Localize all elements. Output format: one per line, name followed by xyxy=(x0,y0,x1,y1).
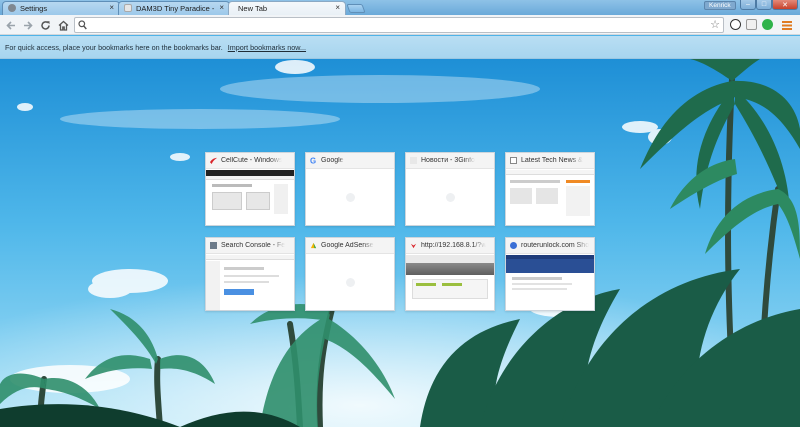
bookmarks-bar: For quick access, place your bookmarks h… xyxy=(0,36,800,59)
back-arrow-icon xyxy=(5,20,15,30)
tab-title: DAM3D Tiny Paradice - C xyxy=(136,3,216,13)
most-visited-tile[interactable]: Search Console - Fe xyxy=(205,237,295,311)
close-tab-icon[interactable]: × xyxy=(335,4,340,12)
routerunlock-icon xyxy=(510,242,517,249)
tile-thumbnail xyxy=(506,255,594,310)
profile-button[interactable]: Kenrick xyxy=(704,1,736,10)
tile-thumbnail xyxy=(406,255,494,310)
tile-thumbnail xyxy=(206,170,294,225)
tab-dam3d[interactable]: DAM3D Tiny Paradice - C × xyxy=(118,1,230,15)
extension-camera-icon[interactable] xyxy=(746,19,757,30)
most-visited-tile[interactable]: G Google xyxy=(305,152,395,226)
page-icon xyxy=(510,157,517,164)
page-icon xyxy=(124,4,132,12)
address-bar[interactable]: ☆ xyxy=(74,17,724,33)
import-bookmarks-link[interactable]: Import bookmarks now... xyxy=(228,43,306,52)
new-tab-button[interactable] xyxy=(346,4,366,13)
bookmarks-hint: For quick access, place your bookmarks h… xyxy=(5,42,223,52)
reload-button[interactable] xyxy=(38,18,52,32)
tile-thumbnail xyxy=(206,255,294,310)
most-visited-tile[interactable]: http://192.168.8.1/?w xyxy=(405,237,495,311)
close-tab-icon[interactable]: × xyxy=(109,4,114,12)
tab-title: New Tab xyxy=(238,3,268,13)
tile-thumbnail xyxy=(406,170,494,225)
gear-icon xyxy=(8,4,16,12)
home-button[interactable] xyxy=(56,18,70,32)
search-console-icon xyxy=(210,242,217,249)
back-button[interactable] xyxy=(4,18,18,32)
adsense-icon xyxy=(310,242,317,249)
most-visited-tile[interactable]: Latest Tech News & xyxy=(505,152,595,226)
most-visited-tile[interactable]: Новости - 3Ginfo xyxy=(405,152,495,226)
menu-icon xyxy=(782,20,792,30)
browser-toolbar: ☆ xyxy=(0,15,800,35)
address-input[interactable] xyxy=(89,19,699,31)
tab-settings[interactable]: Settings × xyxy=(2,1,120,15)
search-icon xyxy=(78,20,87,30)
extension-green-icon[interactable] xyxy=(762,19,773,30)
close-tab-icon[interactable]: × xyxy=(219,4,224,12)
close-window-button[interactable]: ✕ xyxy=(772,0,798,10)
most-visited-tile[interactable]: Google AdSense xyxy=(305,237,395,311)
tab-new-tab[interactable]: New Tab × xyxy=(228,1,346,15)
favicon-icon xyxy=(210,157,217,164)
tab-title: Settings xyxy=(20,3,48,13)
tile-thumbnail xyxy=(506,170,594,225)
google-icon: G xyxy=(310,157,316,164)
palm-beach-wallpaper xyxy=(0,59,800,427)
tile-thumbnail xyxy=(306,255,394,310)
tab-strip: Settings × DAM3D Tiny Paradice - C × New… xyxy=(0,0,800,15)
menu-button[interactable] xyxy=(781,19,793,31)
star-icon[interactable]: ☆ xyxy=(710,18,720,32)
svg-text:G: G xyxy=(310,157,316,164)
home-icon xyxy=(58,20,68,31)
most-visited-tile[interactable]: routerunlock.com Sho xyxy=(505,237,595,311)
minimize-button[interactable]: – xyxy=(740,0,756,10)
huawei-icon xyxy=(410,243,417,249)
extension-o-icon[interactable] xyxy=(730,19,741,30)
maximize-button[interactable]: □ xyxy=(756,0,772,10)
reload-icon xyxy=(40,20,50,30)
most-visited-tile[interactable]: CellCute - Windows xyxy=(205,152,295,226)
tile-thumbnail xyxy=(306,170,394,225)
page-icon xyxy=(410,157,417,164)
forward-button[interactable] xyxy=(20,18,34,32)
forward-arrow-icon xyxy=(23,20,33,30)
new-tab-background xyxy=(0,59,800,427)
